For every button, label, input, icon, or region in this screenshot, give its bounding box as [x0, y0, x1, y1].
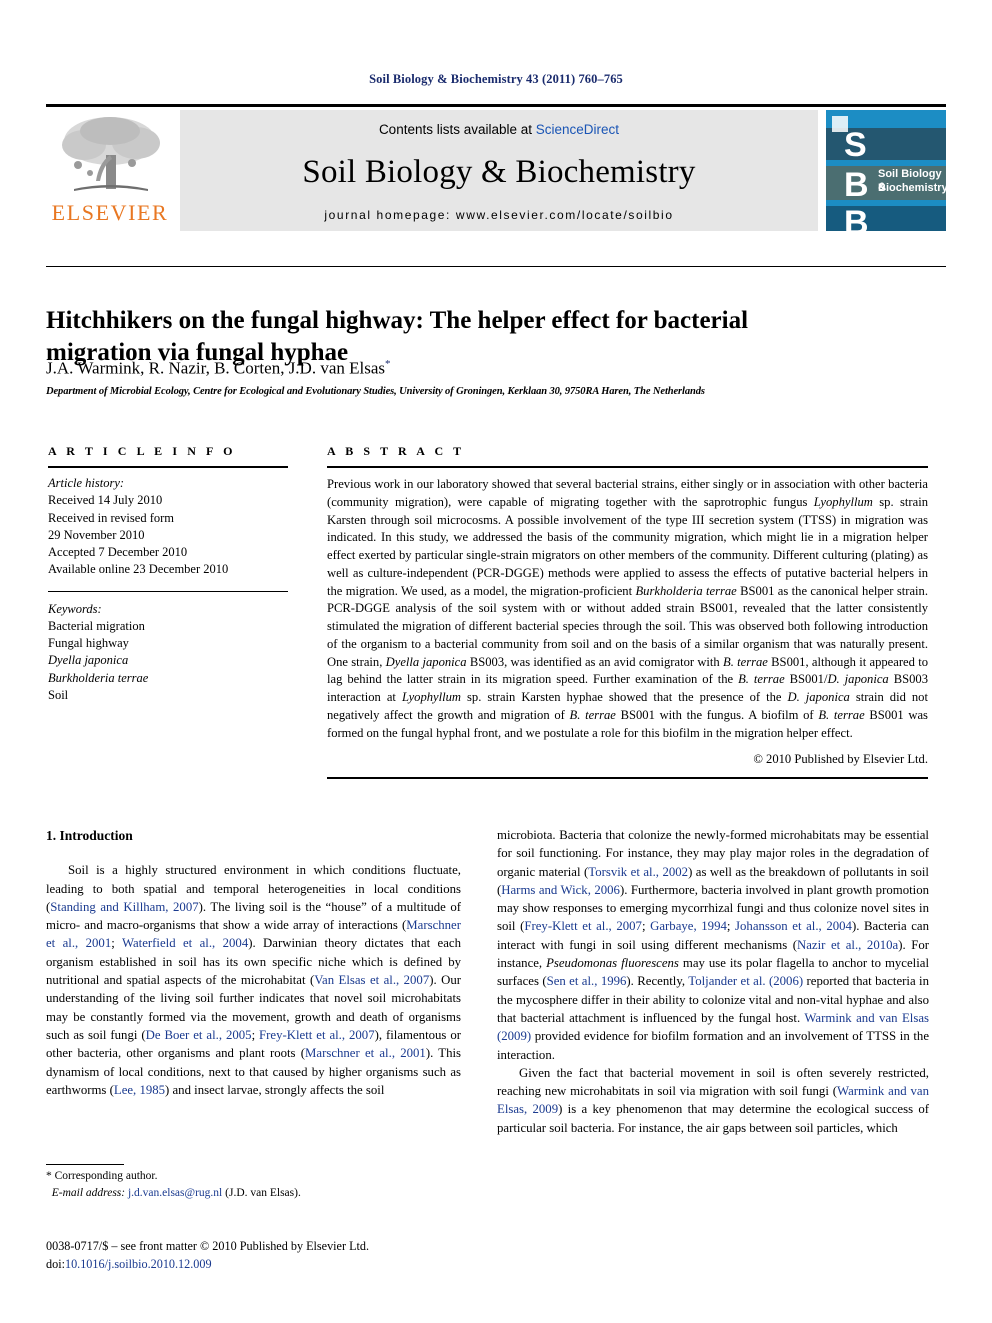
keyword-4: Soil [48, 687, 69, 702]
history-item-1: Received in revised form [48, 510, 174, 525]
article-info-rule [48, 466, 288, 468]
cover-letter-s: S [844, 126, 867, 164]
journal-masthead: ELSEVIER Contents lists available at Sci… [46, 104, 946, 235]
citation-link[interactable]: Harms and Wick, 2006 [501, 883, 620, 897]
citation-link[interactable]: Van Elsas et al., 2007 [314, 973, 429, 987]
cover-letter-b1: B [844, 166, 869, 204]
title-top-rule [46, 266, 946, 267]
abstract-copyright: © 2010 Published by Elsevier Ltd. [753, 752, 928, 767]
footnote-rule [46, 1164, 124, 1165]
journal-title: Soil Biology & Biochemistry [302, 154, 696, 190]
citation-link[interactable]: Johansson et al., 2004 [735, 919, 852, 933]
abstract-rule [327, 466, 928, 468]
citation-link[interactable]: Standing and Killham, 2007 [50, 900, 198, 914]
history-item-4: Available online 23 December 2010 [48, 562, 229, 577]
affiliation: Department of Microbial Ecology, Centre … [46, 386, 705, 397]
email-line: E-mail address: j.d.van.elsas@rug.nl (J.… [46, 1185, 461, 1202]
history-item-2: 29 November 2010 [48, 527, 145, 542]
keyword-1: Fungal highway [48, 636, 129, 650]
history-item-3: Accepted 7 December 2010 [48, 545, 188, 559]
keywords-rule [48, 590, 288, 592]
masthead-center-panel: Contents lists available at ScienceDirec… [180, 110, 818, 231]
history-item-0: Received 14 July 2010 [48, 493, 163, 508]
contents-prefix: Contents lists available at [378, 122, 536, 137]
elsevier-wordmark: ELSEVIER [51, 200, 169, 225]
doi-label: doi: [46, 1256, 65, 1271]
imprint-block: 0038-0717/$ – see front matter © 2010 Pu… [46, 1238, 476, 1273]
citation-link[interactable]: Nazir et al., 2010a [797, 938, 898, 952]
citation-link[interactable]: Waterfield et al., 2004 [122, 936, 248, 950]
email-label: E-mail address: [51, 1186, 126, 1199]
cover-journal-name-line2: Biochemistry [878, 182, 946, 194]
sciencedirect-link[interactable]: ScienceDirect [536, 122, 619, 137]
keywords-label: Keywords: [48, 601, 102, 616]
abstract-text: Previous work in our laboratory showed t… [327, 477, 928, 740]
keyword-3: Burkholderia terrae [48, 670, 149, 685]
keyword-2: Dyella japonica [48, 653, 129, 668]
abstract-heading: A B S T R A C T [327, 444, 465, 458]
citation-link[interactable]: Lee, 1985 [114, 1083, 165, 1097]
author-names: J.A. Warmink, R. Nazir, B. Corten, J.D. … [46, 358, 386, 378]
citation-link[interactable]: Frey-Klett et al., 2007 [524, 919, 642, 933]
citation-link[interactable]: De Boer et al., 2005 [146, 1028, 252, 1042]
author-list: J.A. Warmink, R. Nazir, B. Corten, J.D. … [46, 358, 391, 379]
email-suffix: (J.D. van Elsas). [225, 1186, 301, 1199]
doi-line: doi:10.1016/j.soilbio.2010.12.009 [46, 1256, 476, 1274]
citation-link[interactable]: Torsvik et al., 2002 [588, 865, 688, 879]
keywords-block: Keywords: Bacterial migration Fungal hig… [48, 601, 288, 705]
email-link[interactable]: j.d.van.elsas@rug.nl [128, 1187, 222, 1199]
article-history-label: Article history: [48, 476, 125, 490]
corresponding-author-note: * Corresponding author. [46, 1170, 158, 1182]
intro-paragraph-right-continued: microbiota. Bacteria that colonize the n… [497, 828, 929, 1062]
cover-letter-b2: B [844, 204, 869, 231]
abstract-bottom-rule [327, 777, 928, 780]
article-info-heading: A R T I C L E I N F O [48, 444, 237, 458]
article-info-column: A R T I C L E I N F O Article history: R… [48, 444, 288, 704]
paper-page: Soil Biology & Biochemistry 43 (2011) 76… [0, 0, 992, 1323]
elsevier-logo: ELSEVIER [46, 104, 174, 235]
keyword-0: Bacterial migration [48, 618, 145, 633]
intro-paragraph-right-second: Given the fact that bacterial movement i… [497, 1065, 929, 1135]
body-column-left: 1. Introduction Soil is a highly structu… [46, 826, 461, 1099]
citation-link[interactable]: Sen et al., 1996 [547, 974, 627, 988]
citation-link[interactable]: Marschner et al., 2001 [305, 1046, 426, 1060]
citation-link[interactable]: Garbaye, 1994 [650, 919, 727, 933]
journal-cover-thumbnail: S B B Soil Biology & Biochemistry [826, 110, 946, 231]
elsevier-tree-icon [62, 117, 160, 191]
doi-link[interactable]: 10.1016/j.soilbio.2010.12.009 [65, 1257, 212, 1271]
citation-link[interactable]: Toljander et al. (2006) [688, 974, 803, 988]
article-history: Article history: Received 14 July 2010 R… [48, 475, 288, 579]
footnote-block: * Corresponding author. E-mail address: … [46, 1168, 461, 1201]
citation-link[interactable]: Frey-Klett et al., 2007 [259, 1028, 375, 1042]
corresponding-author-marker: * [385, 358, 391, 370]
contents-available-line: Contents lists available at ScienceDirec… [379, 122, 619, 137]
running-head: Soil Biology & Biochemistry 43 (2011) 76… [369, 72, 623, 86]
intro-paragraph-left: Soil is a highly structured environment … [46, 863, 462, 1097]
section-heading-introduction: 1. Introduction [46, 828, 133, 843]
body-column-right: microbiota. Bacteria that colonize the n… [497, 826, 929, 1137]
issn-front-matter: 0038-0717/$ – see front matter © 2010 Pu… [46, 1239, 370, 1253]
journal-homepage[interactable]: journal homepage: www.elsevier.com/locat… [324, 208, 673, 222]
abstract-column: A B S T R A C T Previous work in our lab… [327, 444, 928, 780]
